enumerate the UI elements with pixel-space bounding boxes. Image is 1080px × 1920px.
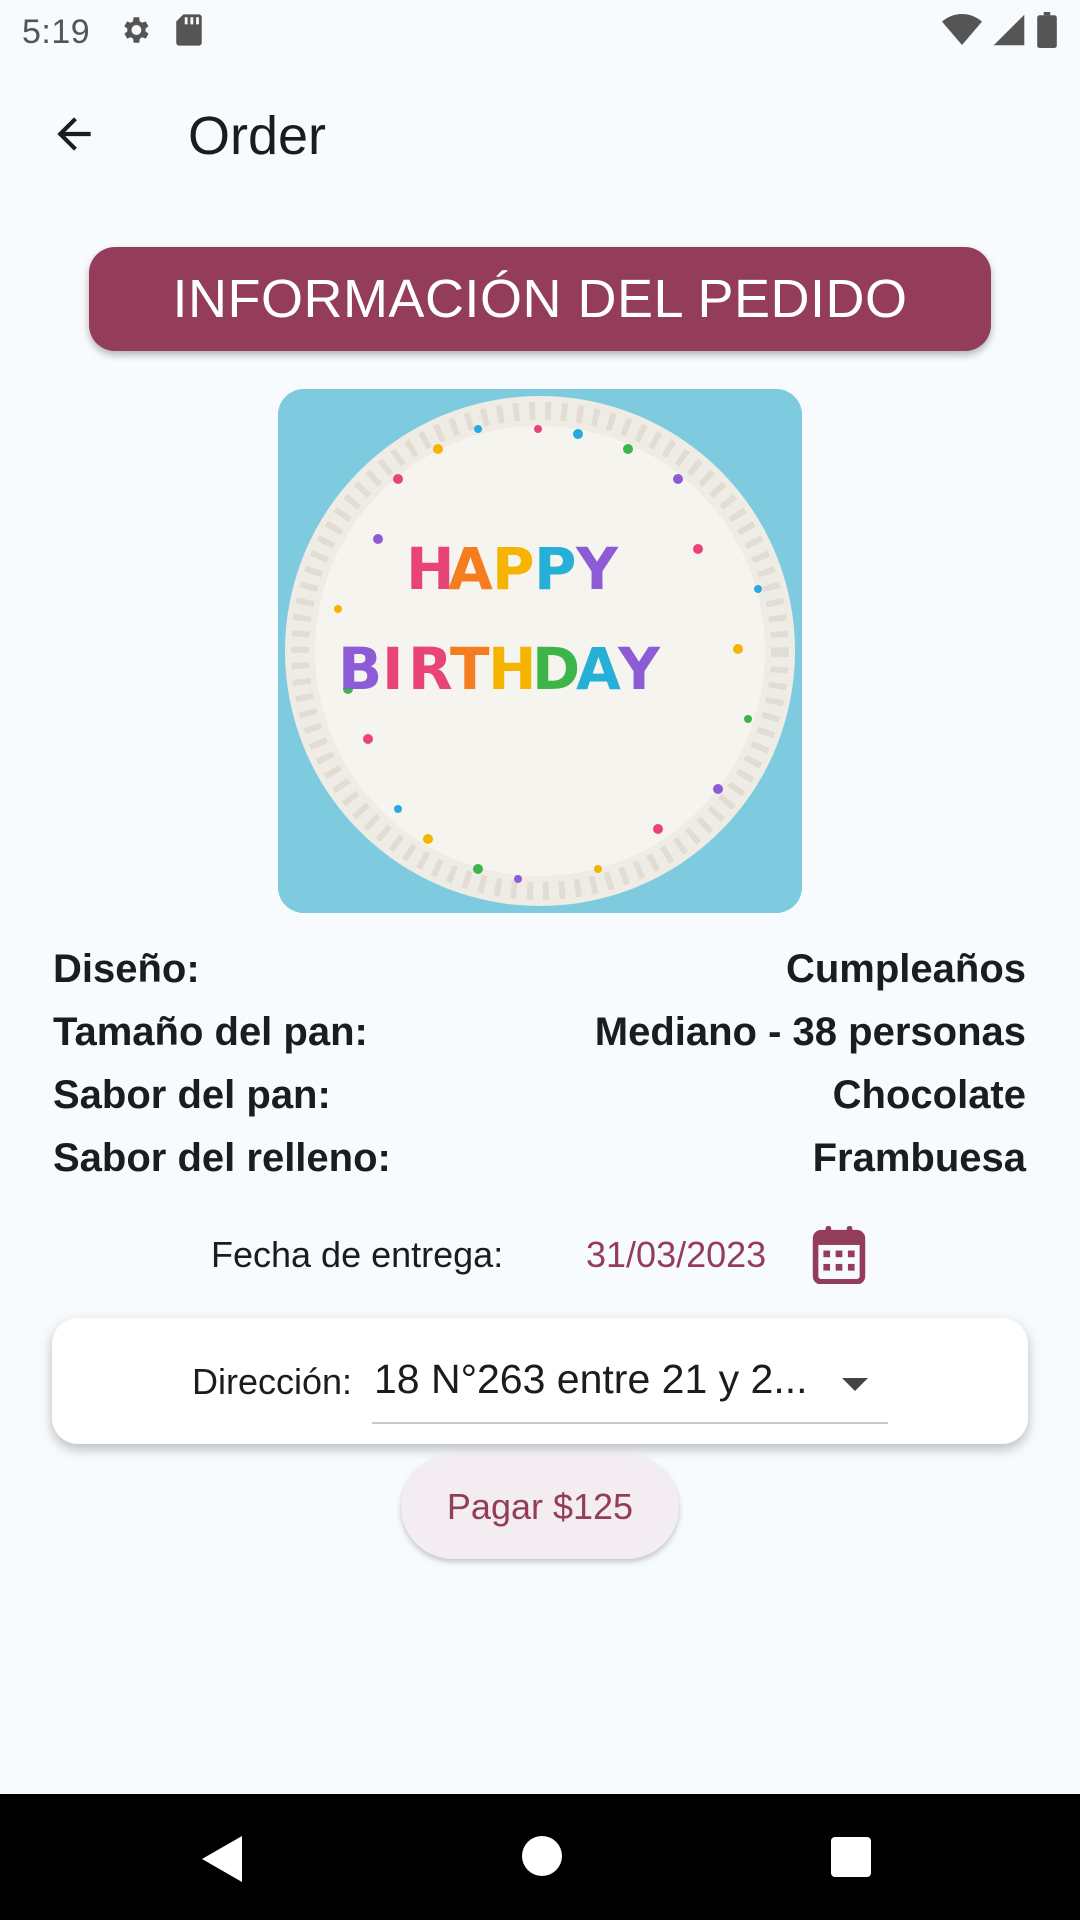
nav-back-icon[interactable] [198,1834,244,1889]
delivery-date-row: Fecha de entrega: 31/03/2023 [0,1218,1080,1292]
chevron-down-icon [840,1376,870,1397]
svg-text:T: T [450,635,490,703]
svg-text:Y: Y [617,635,661,703]
svg-text:I: I [382,635,404,703]
detail-value: Cumpleaños [785,947,1026,991]
address-value: 18 N°263 entre 21 y 2... [374,1356,808,1402]
banner-title: INFORMACIÓN DEL PEDIDO [172,269,908,329]
pay-button-label: Pagar $125 [446,1486,634,1527]
cake-image: H A P P Y B I R T H D A Y [278,389,802,913]
detail-label: Diseño: [53,947,200,991]
status-time: 5:19 [22,12,91,51]
svg-text:H: H [488,635,537,703]
back-button[interactable] [24,86,124,186]
app-bar: Order [0,76,1080,196]
detail-label: Sabor del relleno: [53,1136,391,1180]
address-label: Dirección: [192,1361,353,1402]
detail-row-cake-flavor: Sabor del pan: Chocolate [53,1064,1026,1127]
order-info-banner: INFORMACIÓN DEL PEDIDO [89,247,991,351]
detail-label: Sabor del pan: [53,1073,331,1117]
order-details: Diseño: Cumpleaños Tamaño del pan: Media… [53,938,1026,1190]
detail-row-design: Diseño: Cumpleaños [53,938,1026,1001]
svg-text:B: B [338,635,382,703]
wifi-icon [942,13,982,52]
detail-row-size: Tamaño del pan: Mediano - 38 personas [53,1001,1026,1064]
arrow-back-icon [49,109,99,164]
sd-card-icon [174,13,204,52]
svg-text:P: P [534,535,577,603]
address-card: Dirección: 18 N°263 entre 21 y 2... [52,1318,1028,1444]
status-bar: 5:19 [0,0,1080,64]
detail-row-filling-flavor: Sabor del relleno: Frambuesa [53,1127,1026,1190]
nav-recents-icon[interactable] [830,1836,872,1883]
svg-text:Y: Y [575,535,619,603]
delivery-date-label: Fecha de entrega: [211,1234,504,1275]
detail-label: Tamaño del pan: [53,1010,368,1054]
svg-text:A: A [576,635,621,703]
address-dropdown[interactable]: 18 N°263 entre 21 y 2... [372,1342,888,1424]
svg-text:A: A [448,535,493,603]
detail-value: Chocolate [832,1073,1026,1117]
svg-text:D: D [532,635,580,703]
gear-icon [118,13,152,52]
delivery-date-value: 31/03/2023 [586,1234,767,1275]
signal-icon [992,13,1026,52]
page-title: Order [188,106,327,166]
svg-text:P: P [492,535,535,603]
pay-button[interactable]: Pagar $125 [401,1455,679,1559]
battery-icon [1036,11,1058,53]
detail-value: Mediano - 38 personas [594,1010,1026,1054]
detail-value: Frambuesa [812,1136,1026,1180]
nav-home-icon[interactable] [520,1834,564,1883]
system-nav-bar [0,1794,1080,1920]
calendar-icon[interactable] [812,1226,866,1285]
svg-text:R: R [408,635,453,703]
